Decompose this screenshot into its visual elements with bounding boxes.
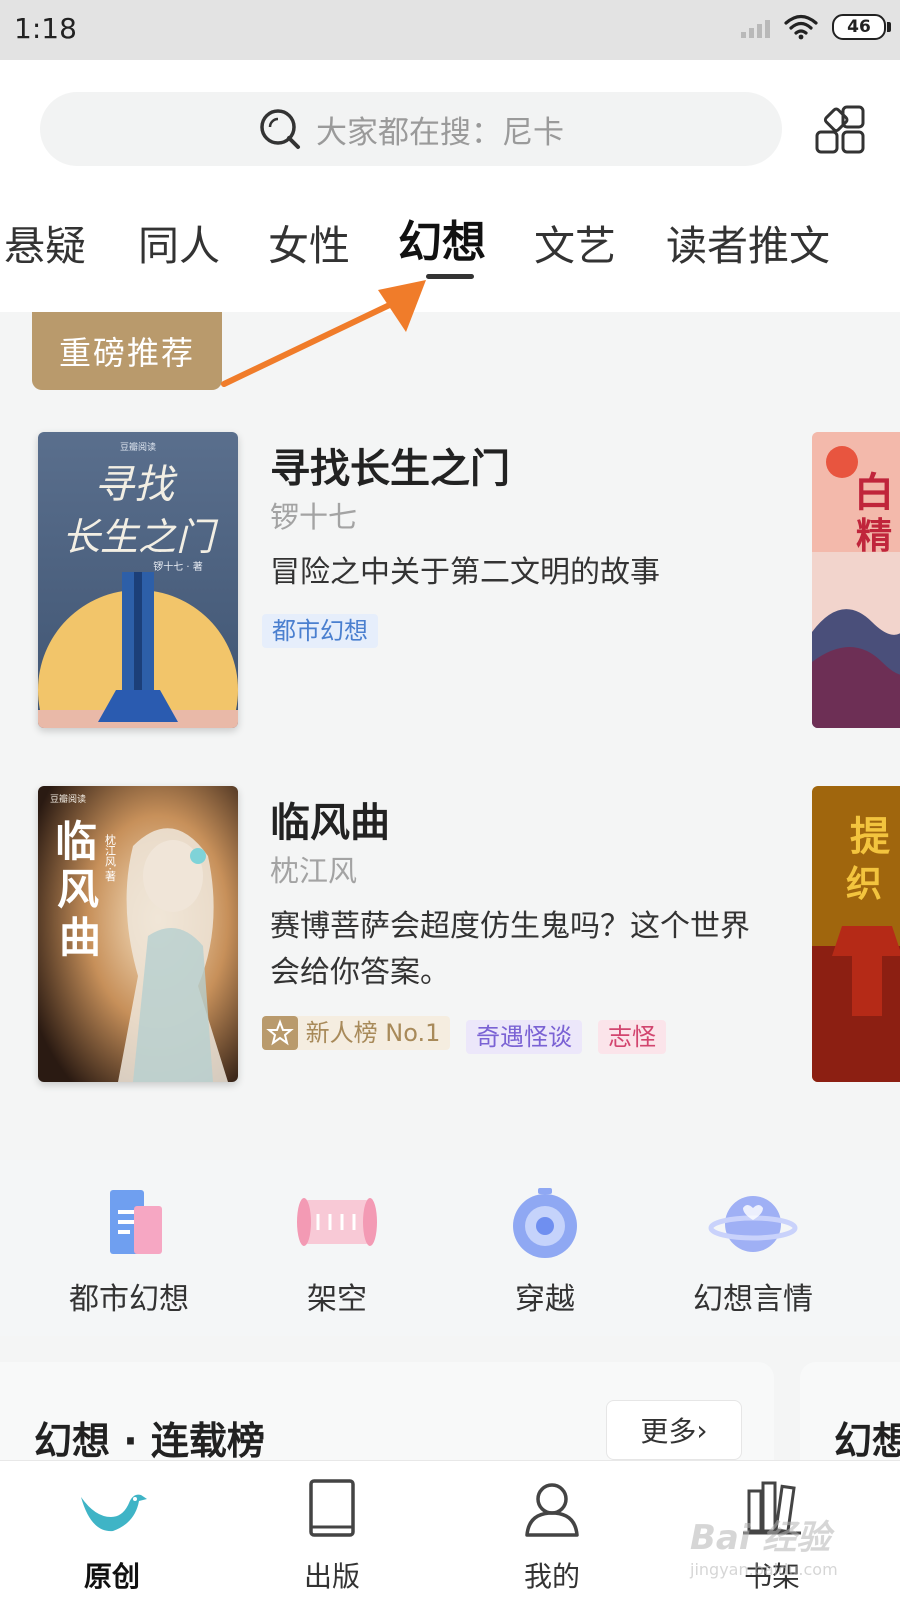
ranking-card[interactable]: 幻想 · 连载榜 更多 ›	[0, 1362, 774, 1463]
cover-title-line-1: 寻找	[94, 462, 178, 508]
category-strip: 都市幻想 架空 穿越 幻想言情	[0, 1160, 900, 1336]
star-icon	[262, 1016, 298, 1050]
status-time: 1:18	[14, 12, 77, 45]
cover-byline: 锣十七 · 著	[153, 560, 203, 573]
category-dushi-huanxiang[interactable]: 都市幻想	[24, 1184, 234, 1318]
category-label: 幻想言情	[693, 1282, 813, 1317]
svg-text:织: 织	[846, 863, 882, 905]
more-button-label: 更多	[640, 1415, 697, 1448]
scroll-icon	[297, 1198, 377, 1246]
tab-nvxing[interactable]: 女性	[268, 212, 350, 272]
nav-wode[interactable]: 我的	[482, 1477, 622, 1595]
next-book-cover[interactable]: 提 织	[812, 786, 900, 1082]
book-description: 赛博菩萨会超度仿生鬼吗？这个世界会给你答案。	[270, 909, 750, 990]
category-grid-icon[interactable]	[814, 104, 866, 156]
cover-title-line-2: 风	[57, 865, 99, 914]
nav-label: 出版	[303, 1560, 360, 1593]
cover-byline: 枕江风·著	[104, 833, 117, 882]
bird-icon	[81, 1494, 147, 1532]
annotation-arrow-icon	[221, 280, 426, 387]
battery-indicator: 46	[832, 14, 891, 40]
search-bar[interactable]: 大家都在搜：尼卡	[40, 92, 782, 166]
tab-wenyi[interactable]: 文艺	[534, 212, 616, 272]
portal-icon	[513, 1188, 577, 1258]
category-jiakong[interactable]: 架空	[232, 1184, 442, 1318]
cover-art-1: 豆瓣阅读 寻找 长生之门 锣十七 · 著	[38, 432, 238, 728]
book-cover[interactable]: 豆瓣阅读 寻找 长生之门 锣十七 · 著	[38, 432, 238, 728]
tag-dushi-huanxiang[interactable]: 都市幻想	[262, 614, 378, 648]
tag-xinrenbang[interactable]: 新人榜 No.1	[262, 1016, 451, 1050]
cover-publisher: 豆瓣阅读	[50, 793, 86, 805]
tab-tongren[interactable]: 同人	[138, 212, 220, 272]
search-icon	[260, 109, 300, 149]
cover-title-line-2: 长生之门	[62, 515, 219, 559]
book-title[interactable]: 临风曲	[270, 790, 390, 848]
svg-text:精: 精	[856, 515, 892, 557]
tab-huanxiang[interactable]: 幻想	[398, 206, 486, 270]
cover-title-line-3: 曲	[59, 913, 101, 962]
category-label: 都市幻想	[69, 1282, 189, 1317]
planet-icon	[708, 1196, 798, 1252]
tag-zhiguai[interactable]: 志怪	[598, 1020, 666, 1054]
category-chuanyue[interactable]: 穿越	[440, 1184, 650, 1318]
more-button[interactable]: 更多 ›	[606, 1400, 742, 1460]
nav-label: 我的	[523, 1560, 580, 1593]
tag-xinrenbang-label: 新人榜 No.1	[305, 1019, 441, 1047]
signal-icon	[741, 16, 770, 38]
tag-qiyu-guaitan[interactable]: 奇遇怪谈	[466, 1020, 582, 1054]
next-book-cover[interactable]: 白 精	[812, 432, 900, 728]
status-bar: 1:18 46	[0, 0, 900, 60]
watermark: Bai 经验	[690, 1518, 831, 1558]
category-label: 架空	[307, 1282, 367, 1317]
user-icon	[525, 1483, 579, 1537]
ranking-title: 幻想 · 连载榜	[34, 1419, 265, 1463]
search-placeholder: 大家都在搜：尼卡	[316, 114, 564, 151]
cover-title-line-1: 临	[55, 817, 97, 866]
book-icon	[309, 1479, 355, 1537]
tab-xuanyi[interactable]: 悬疑	[4, 212, 86, 272]
ranking-card-next[interactable]: 幻想	[800, 1362, 900, 1463]
cover-art-2: 豆瓣阅读 临 风 曲 枕江风·著	[38, 786, 238, 1082]
book-description: 冒险之中关于第二文明的故事	[270, 555, 660, 590]
book-author[interactable]: 枕江风	[270, 848, 357, 890]
cover-publisher: 豆瓣阅读	[120, 441, 156, 453]
tab-duzhetuiwen[interactable]: 读者推文	[666, 212, 830, 272]
svg-text:提: 提	[850, 813, 890, 860]
book-title[interactable]: 寻找长生之门	[270, 436, 510, 494]
nav-yuanchuang[interactable]: 原创	[42, 1477, 182, 1595]
book-author[interactable]: 锣十七	[270, 494, 357, 536]
section-badge: 重磅推荐	[32, 312, 222, 390]
status-icons: 46	[741, 14, 891, 40]
nav-chuban[interactable]: 出版	[262, 1477, 402, 1595]
book-stack-icon	[110, 1190, 162, 1254]
book-cover[interactable]: 豆瓣阅读 临 风 曲 枕江风·著	[38, 786, 238, 1082]
chevron-right-icon: ›	[696, 1413, 708, 1447]
nav-label: 原创	[83, 1560, 140, 1593]
ranking-title-next: 幻想	[834, 1419, 900, 1463]
wifi-icon	[784, 14, 818, 40]
category-label: 穿越	[515, 1282, 575, 1317]
watermark-sub: jingyan.baidu.com	[690, 1560, 838, 1579]
svg-text:白: 白	[854, 469, 894, 516]
category-huanxiang-yanqing[interactable]: 幻想言情	[648, 1184, 858, 1318]
